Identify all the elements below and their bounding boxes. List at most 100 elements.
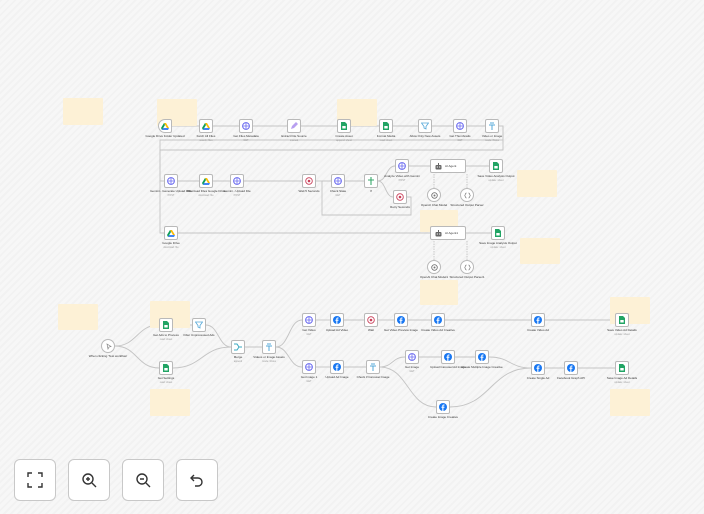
- workflow-node[interactable]: [199, 119, 213, 133]
- workflow-node[interactable]: [364, 174, 378, 188]
- workflow-node[interactable]: [101, 339, 115, 353]
- workflow-node[interactable]: [394, 313, 408, 327]
- workflow-node[interactable]: [460, 260, 474, 274]
- workflow-node[interactable]: [262, 340, 276, 354]
- workflow-node[interactable]: [531, 361, 545, 375]
- google-drive-icon: [202, 177, 210, 185]
- workflow-node[interactable]: [393, 190, 407, 204]
- workflow-canvas[interactable]: Google Drive Folder Updated Fetch All Fil…: [0, 0, 704, 514]
- workflow-node[interactable]: [159, 318, 173, 332]
- workflow-node[interactable]: [436, 400, 450, 414]
- workflow-node[interactable]: AI Agent1: [430, 226, 466, 240]
- node-subtitle: update: sheet: [490, 245, 506, 249]
- node-label: Get Settings read: sheet: [141, 376, 191, 383]
- workflow-node[interactable]: [330, 360, 344, 374]
- sticky-note[interactable]: [610, 389, 650, 416]
- workflow-node[interactable]: [158, 119, 172, 133]
- node-label: Google Drive download: file: [146, 241, 196, 248]
- facebook-icon: [333, 316, 341, 324]
- robot-icon: [435, 162, 442, 170]
- facebook-icon: [439, 403, 447, 411]
- node-name: Get Settings: [157, 376, 175, 380]
- sticky-note[interactable]: [520, 238, 560, 264]
- workflow-node[interactable]: [615, 361, 629, 375]
- node-name: Upload Ad Image: [325, 375, 349, 379]
- connection-edge[interactable]: [449, 367, 532, 408]
- node-label: If: [346, 189, 396, 194]
- workflow-node[interactable]: [230, 174, 244, 188]
- workflow-node[interactable]: [164, 174, 178, 188]
- sticky-note[interactable]: [420, 280, 458, 305]
- workflow-node[interactable]: [379, 119, 393, 133]
- google-drive-icon: [161, 122, 169, 130]
- workflow-node[interactable]: [427, 260, 441, 274]
- node-name: Get Image: [404, 365, 419, 369]
- workflow-node[interactable]: [164, 226, 178, 240]
- sticky-note[interactable]: [517, 170, 557, 197]
- connection-edge[interactable]: [377, 180, 394, 198]
- workflow-node[interactable]: [287, 119, 301, 133]
- workflow-node[interactable]: [489, 159, 503, 173]
- workflow-node[interactable]: [564, 361, 578, 375]
- workflow-node[interactable]: [231, 340, 245, 354]
- workflow-node[interactable]: AI Agent: [430, 159, 466, 173]
- fit-view-button[interactable]: [14, 459, 56, 501]
- sticky-note[interactable]: [63, 98, 103, 125]
- sticky-note[interactable]: [58, 304, 98, 330]
- node-subtitle: mode: Rules: [261, 359, 277, 363]
- zoom-out-button[interactable]: [122, 459, 164, 501]
- workflow-node[interactable]: [460, 188, 474, 202]
- workflow-node[interactable]: [330, 313, 344, 327]
- switch-icon: [265, 343, 273, 351]
- google-sheets-icon: [341, 122, 347, 130]
- node-name: Fetch All Files: [196, 134, 216, 138]
- workflow-node[interactable]: [159, 361, 173, 375]
- http-globe-icon: [305, 316, 313, 324]
- node-name: Check if Carousel Image: [356, 375, 390, 379]
- workflow-node[interactable]: [453, 119, 467, 133]
- wait-icon: [367, 316, 375, 324]
- workflow-node[interactable]: [366, 360, 380, 374]
- node-name: When clicking 'Test workflow': [88, 354, 128, 358]
- workflow-node[interactable]: [418, 119, 432, 133]
- workflow-node[interactable]: [431, 313, 445, 327]
- connection-edge[interactable]: [379, 366, 437, 408]
- workflow-node[interactable]: [192, 318, 206, 332]
- workflow-node[interactable]: [239, 119, 253, 133]
- undo-button[interactable]: [176, 459, 218, 501]
- node-name: Facebook Graph API: [557, 376, 585, 380]
- workflow-node[interactable]: [405, 350, 419, 364]
- workflow-node[interactable]: [485, 119, 499, 133]
- edit-pen-icon: [290, 122, 298, 130]
- sticky-note[interactable]: [150, 389, 190, 416]
- workflow-node[interactable]: [615, 313, 629, 327]
- workflow-node[interactable]: [302, 360, 316, 374]
- workflow-node[interactable]: [491, 226, 505, 240]
- node-name: Videos or Image Assets: [253, 355, 285, 359]
- node-name: Merge: [233, 355, 243, 359]
- node-label: Video or Image mode: Rules: [467, 134, 517, 141]
- workflow-node[interactable]: [302, 313, 316, 327]
- google-drive-icon: [202, 122, 210, 130]
- workflow-node[interactable]: [302, 174, 316, 188]
- node-name: Retry Seconds: [390, 205, 410, 209]
- zoom-in-button[interactable]: [68, 459, 110, 501]
- workflow-node[interactable]: [337, 119, 351, 133]
- facebook-icon: [567, 364, 575, 372]
- workflow-node[interactable]: [199, 174, 213, 188]
- node-label: Create Multiple Image Creative: [457, 365, 507, 370]
- node-name: Save Video Ad Details: [607, 328, 637, 332]
- node-subtitle: GET: [306, 379, 312, 383]
- node-subtitle: GET: [306, 332, 312, 336]
- workflow-node[interactable]: [395, 159, 409, 173]
- workflow-node[interactable]: [427, 188, 441, 202]
- workflow-node[interactable]: [441, 350, 455, 364]
- node-label: Filter Unprocessed Ads: [174, 333, 224, 338]
- workflow-node[interactable]: [475, 350, 489, 364]
- facebook-icon: [478, 353, 486, 361]
- workflow-node[interactable]: [364, 313, 378, 327]
- node-name: Save Image Analysis Output: [479, 241, 517, 245]
- workflow-node[interactable]: [331, 174, 345, 188]
- node-name: Check State: [329, 189, 347, 193]
- workflow-node[interactable]: [531, 313, 545, 327]
